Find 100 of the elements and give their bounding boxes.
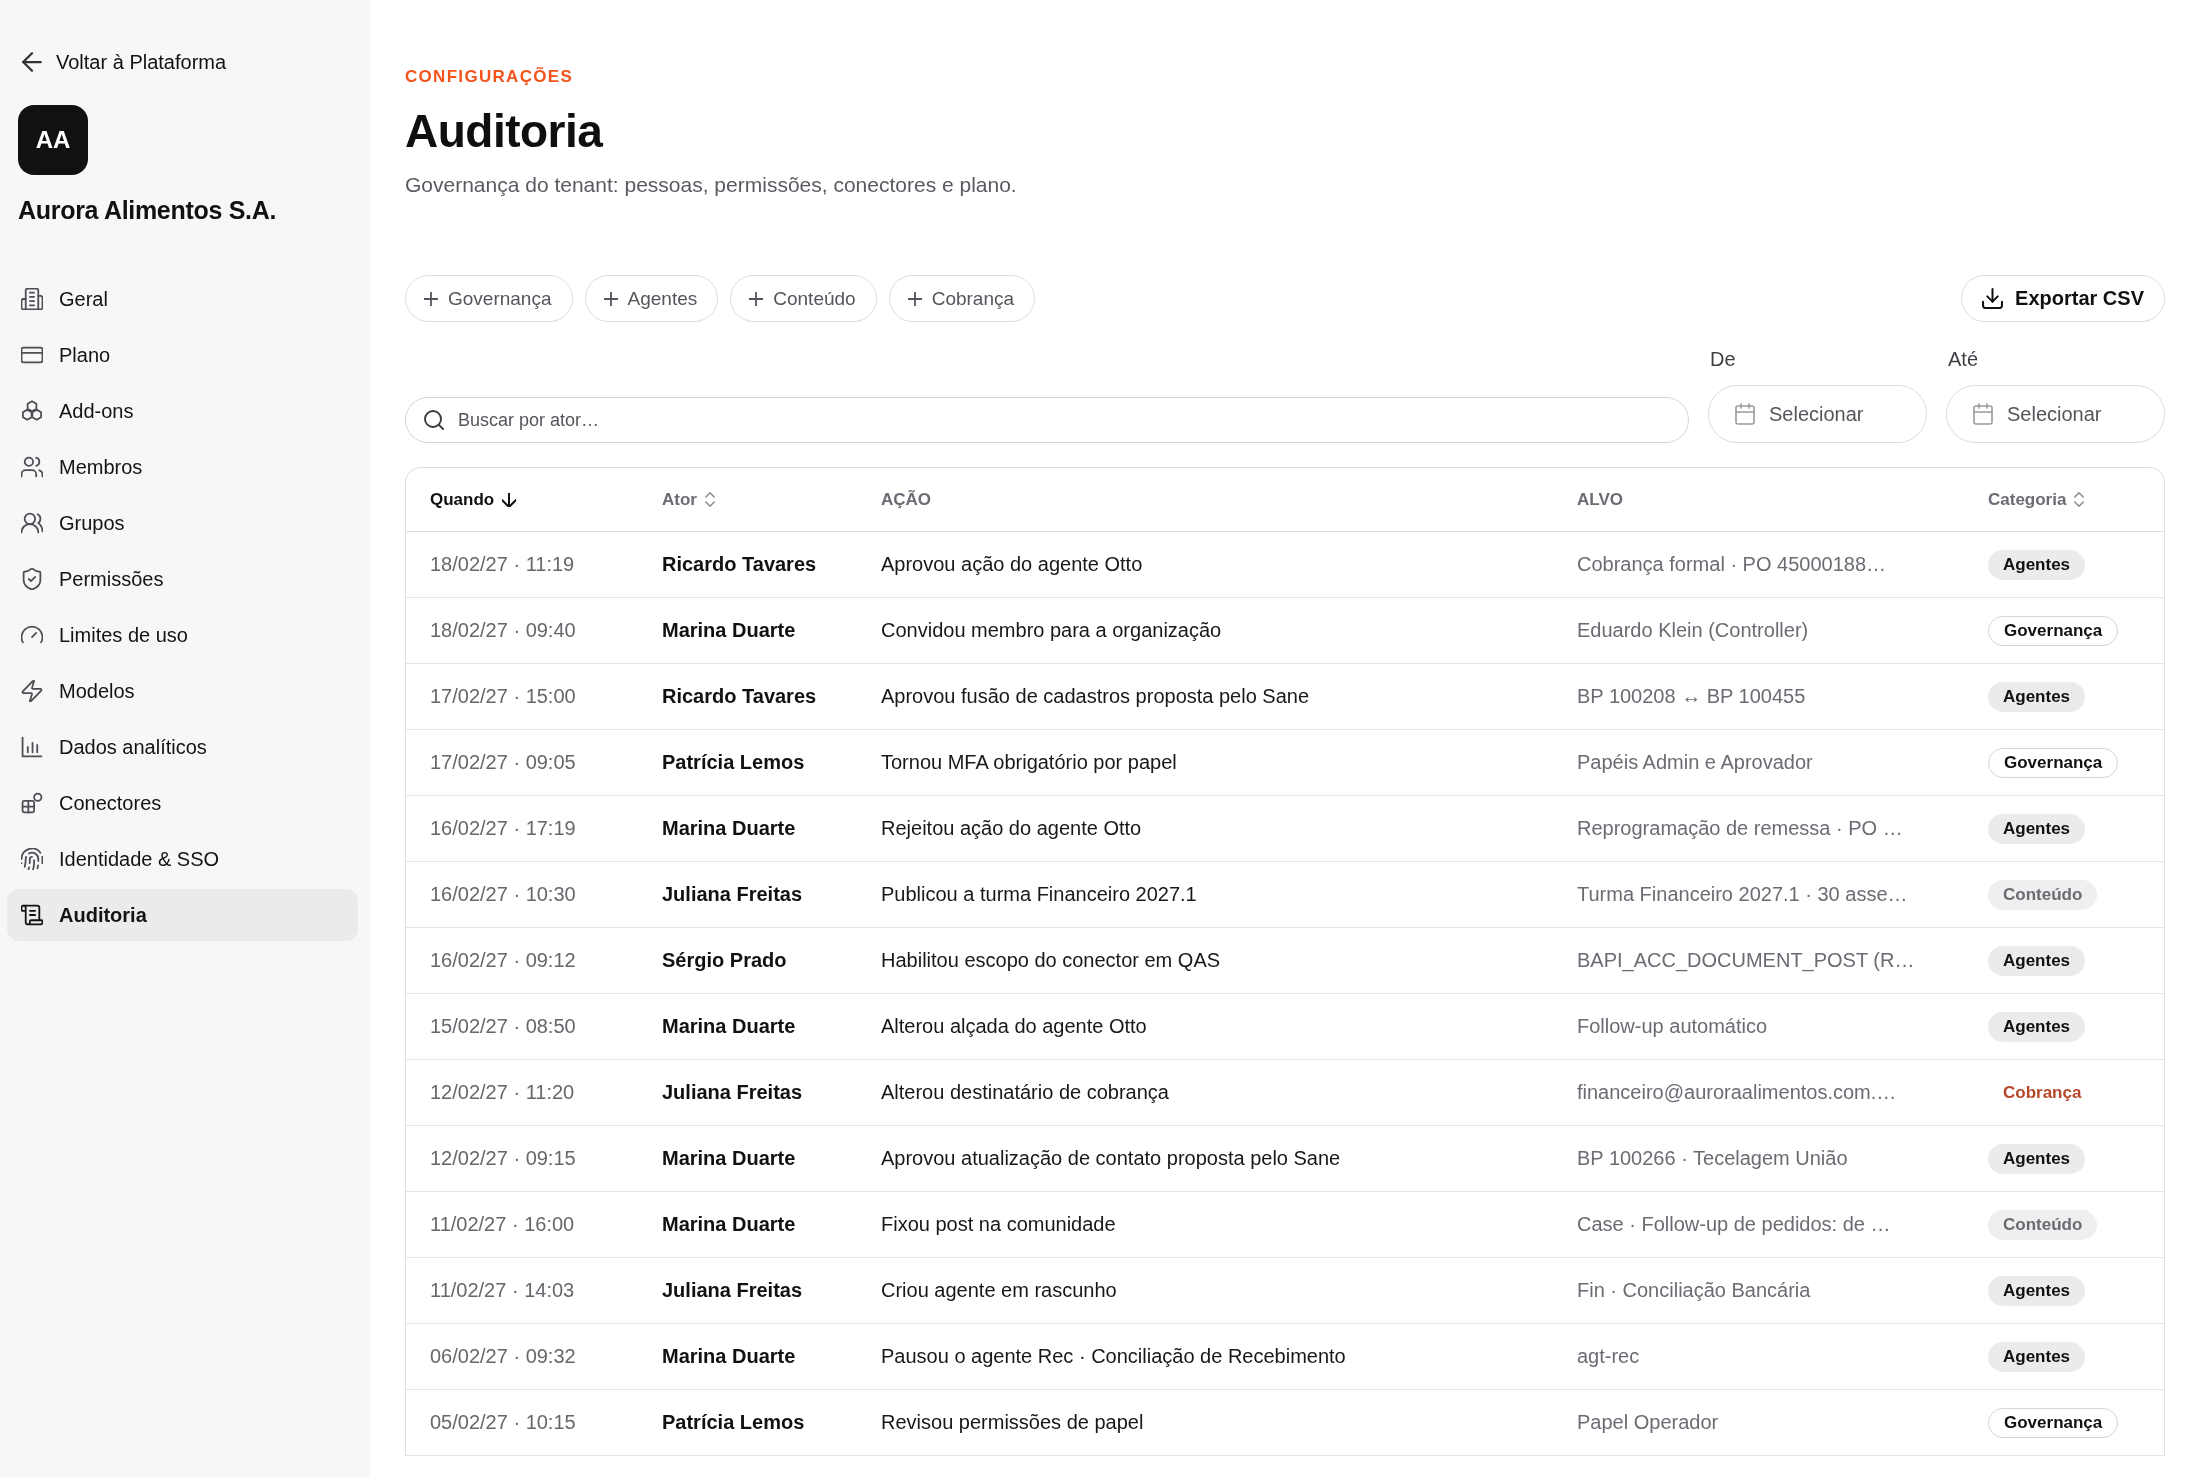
category-tag: Agentes [1988, 549, 2086, 580]
filter-chip[interactable]: Governança [405, 275, 573, 322]
nav-item[interactable]: Auditoria [7, 889, 358, 941]
action-text: Alterou alçada do agente Otto [881, 1015, 1147, 1037]
scroll-icon [21, 904, 43, 926]
arrow-down-icon [502, 492, 517, 507]
plus-icon [424, 291, 438, 306]
export-button[interactable]: Exportar CSV [1961, 275, 2165, 322]
action-text: Aprovou fusão de cadastros proposta pelo Sane [881, 685, 1310, 707]
blocks-icon [21, 792, 43, 814]
category-tag: Agentes [1988, 681, 2086, 712]
shield-check-icon [21, 568, 43, 590]
action-text: Alterou destinatário de cobrança [881, 1081, 1169, 1103]
actor-name: Ricardo Tavares [662, 685, 817, 707]
timestamp: 16/02/27 · 09:12 [430, 949, 576, 971]
action-text: Publicou a turma Financeiro 2027.1 [881, 883, 1197, 905]
filter-chip[interactable]: Conteúdo [730, 275, 877, 322]
target-text: BP 100266 · Tecelagem União [1577, 1147, 1848, 1169]
date-picker[interactable]: Selecionar [1946, 385, 2165, 443]
category-tag: Agentes [1988, 1143, 2086, 1174]
building-icon [21, 288, 43, 310]
nav-item[interactable]: Identidade & SSO [7, 833, 358, 885]
action-text: Aprovou atualização de contato proposta pelo Sane [881, 1147, 1341, 1169]
gauge-icon [21, 624, 43, 646]
nav-item[interactable]: Limites de uso [7, 609, 358, 661]
date-label: De [1710, 347, 1736, 371]
actor-name: Juliana Freitas [662, 1081, 803, 1103]
category-tag: Conteúdo [1988, 879, 2098, 910]
search-field[interactable]: Buscar por ator… [405, 397, 1689, 443]
workspace-name: Aurora Alimentos S.A. [18, 195, 277, 226]
timestamp: 16/02/27 · 17:19 [430, 817, 576, 839]
target-text: Papel Operador [1577, 1411, 1719, 1433]
action-text: Revisou permissões de papel [881, 1411, 1144, 1433]
timestamp: 15/02/27 · 08:50 [430, 1015, 576, 1037]
nav-item[interactable]: Grupos [7, 497, 358, 549]
bar-chart-icon [21, 736, 43, 758]
date-label: Até [1948, 347, 1979, 371]
category-tag: Governança [1988, 615, 2119, 646]
nav-item[interactable]: Plano [7, 329, 358, 381]
nav-item[interactable]: Geral [7, 273, 358, 325]
category-tag: Agentes [1988, 813, 2086, 844]
calendar-icon [1973, 403, 1993, 425]
actor-name: Marina Duarte [662, 1147, 796, 1169]
actor-name: Patrícia Lemos [662, 1411, 805, 1433]
target-text: Case · Follow-up de pedidos: de … [1577, 1213, 1891, 1235]
category-tag: Agentes [1988, 1011, 2086, 1042]
timestamp: 17/02/27 · 15:00 [430, 685, 576, 707]
action-text: Rejeitou ação do agente Otto [881, 817, 1142, 839]
users-icon [21, 512, 43, 534]
category-tag: Agentes [1988, 1275, 2086, 1306]
action-text: Aprovou ação do agente Otto [881, 553, 1143, 575]
nav-item[interactable]: Dados analíticos [7, 721, 358, 773]
nav-item[interactable]: Permissões [7, 553, 358, 605]
page-subtitle: Governança do tenant: pessoas, permissões, conectores e plano. [405, 172, 1017, 198]
timestamp: 11/02/27 · 16:00 [430, 1213, 575, 1235]
download-icon [1982, 288, 2004, 309]
timestamp: 11/02/27 · 14:03 [430, 1279, 575, 1301]
target-text: Cobrança formal · PO 45000188… [1577, 553, 1887, 575]
fingerprint-icon [21, 848, 43, 870]
category-tag: Conteúdo [1988, 1209, 2098, 1240]
page-title: Auditoria [405, 104, 603, 159]
actor-name: Marina Duarte [662, 1345, 796, 1367]
action-text: Habilitou escopo do conector em QAS [881, 949, 1221, 971]
timestamp: 18/02/27 · 11:19 [430, 553, 575, 575]
actor-name: Sérgio Prado [662, 949, 787, 971]
back-link[interactable]: Voltar à Plataforma [22, 48, 227, 76]
actor-name: Marina Duarte [662, 1015, 796, 1037]
plus-icon [603, 291, 618, 306]
target-text: Reprogramação de remessa · PO … [1577, 817, 1903, 839]
filter-chip[interactable]: Agentes [584, 275, 719, 322]
action-text: Fixou post na comunidade [881, 1213, 1116, 1235]
timestamp: 05/02/27 · 10:15 [430, 1411, 576, 1433]
target-text: Follow-up automático [1577, 1015, 1768, 1037]
nav-item[interactable]: Modelos [7, 665, 358, 717]
target-text: Eduardo Klein (Controller) [1577, 619, 1809, 641]
target-text: Fin · Conciliação Bancária [1577, 1279, 1811, 1301]
column-header[interactable]: Ator [662, 489, 715, 510]
nav-item[interactable]: Conectores [7, 777, 358, 829]
filter-chip[interactable]: Cobrança [888, 275, 1036, 322]
chevrons-up-down-icon [2074, 492, 2085, 507]
timestamp: 06/02/27 · 09:32 [430, 1345, 576, 1367]
timestamp: 18/02/27 · 09:40 [430, 619, 576, 641]
card-icon [21, 344, 43, 366]
column-header[interactable]: Quando [430, 489, 517, 510]
column-header[interactable]: Categoria [1988, 489, 2085, 510]
action-text: Criou agente em rascunho [881, 1279, 1117, 1301]
nav-item[interactable]: Add-ons [7, 385, 358, 437]
users-icon [21, 456, 43, 478]
timestamp: 12/02/27 · 11:20 [430, 1081, 575, 1103]
actor-name: Marina Duarte [662, 817, 796, 839]
nav-item[interactable]: Membros [7, 441, 358, 493]
category-tag: Agentes [1988, 1341, 2086, 1372]
actor-name: Juliana Freitas [662, 1279, 803, 1301]
actor-name: Juliana Freitas [662, 883, 803, 905]
timestamp: 16/02/27 · 10:30 [430, 883, 576, 905]
lightning-icon [21, 680, 43, 702]
timestamp: 12/02/27 · 09:15 [430, 1147, 576, 1169]
cubes-icon [21, 400, 43, 422]
target-text: Turma Financeiro 2027.1 · 30 asse… [1577, 883, 1908, 905]
date-picker[interactable]: Selecionar [1708, 385, 1927, 443]
